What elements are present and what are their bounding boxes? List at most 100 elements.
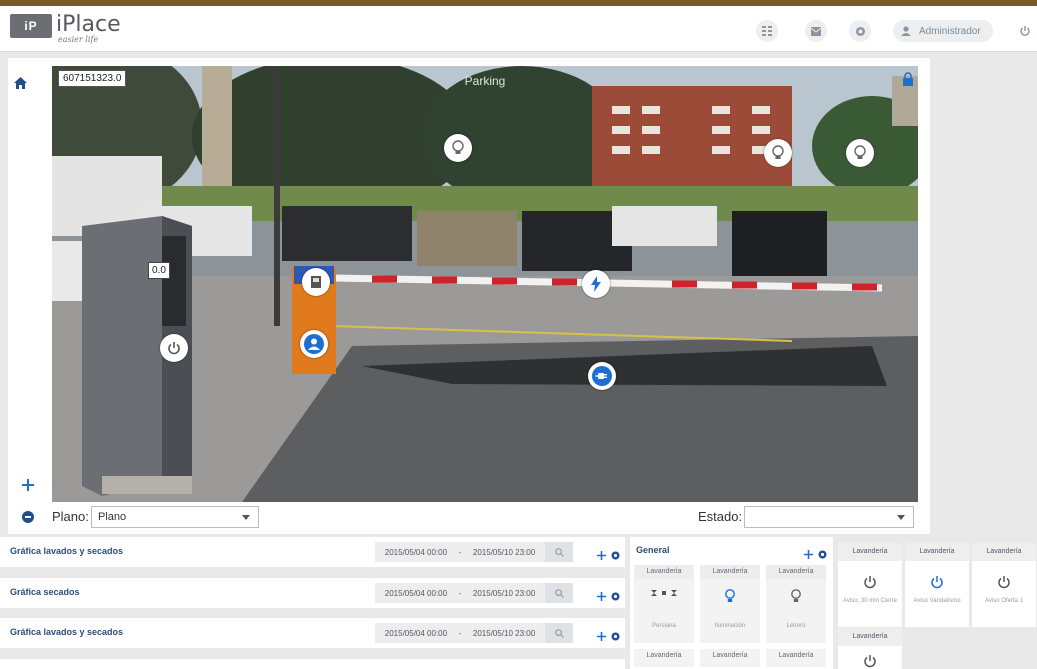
- alert-tile-cierre[interactable]: Lavandería Aviso, 30 min Cierre: [838, 543, 902, 627]
- estado-select[interactable]: [744, 506, 914, 528]
- user-circle-icon: [304, 334, 324, 354]
- app-header: iP iPlace easier life Administrador: [0, 6, 1037, 52]
- date-range[interactable]: 2015/05/04 00:00 - 2015/05/10 23:00: [375, 542, 545, 562]
- move-button[interactable]: [597, 547, 606, 565]
- logo-mark: iP: [10, 14, 52, 38]
- tile-label: Letrero: [786, 623, 806, 629]
- power-icon: [168, 342, 180, 355]
- tile-header: Lavandería: [838, 628, 902, 646]
- light-pin-3[interactable]: [846, 139, 874, 167]
- mail-icon: [811, 26, 821, 36]
- device-tile-header[interactable]: Lavandería: [634, 649, 694, 667]
- grid-icon: [762, 26, 772, 36]
- settings-button[interactable]: [611, 628, 620, 646]
- home-icon: [14, 77, 27, 89]
- tile-label: Aviso Vandalismo: [913, 598, 961, 604]
- barrier-card-pin[interactable]: [302, 268, 330, 296]
- move-plus-icon: [597, 632, 606, 641]
- plano-select-value: Plano: [98, 511, 127, 523]
- date-to: 2015/05/10 23:00: [472, 628, 536, 638]
- logo-tagline: easier life: [58, 35, 99, 44]
- graph-row-4: [0, 659, 625, 669]
- search-button[interactable]: [545, 542, 573, 562]
- charger-power-pin[interactable]: [160, 334, 188, 362]
- bolt-icon: [591, 276, 601, 292]
- grid-button[interactable]: [756, 20, 778, 42]
- alert-tile-vandalismo[interactable]: Lavandería Aviso Vandalismo: [905, 543, 969, 627]
- minus-circle-icon: [22, 511, 34, 523]
- logout-button[interactable]: [1014, 20, 1036, 42]
- date-from: 2015/05/04 00:00: [384, 588, 448, 598]
- date-range[interactable]: 2015/05/04 00:00 - 2015/05/10 23:00: [375, 583, 545, 603]
- tile-header: Lavandería: [766, 565, 826, 579]
- device-tile-header[interactable]: Lavandería: [700, 649, 760, 667]
- device-tile-persiana[interactable]: Lavandería Persiana: [634, 565, 694, 643]
- tile-label: Aviso, 30 min Cierre: [843, 598, 897, 604]
- alert-tile-oferta[interactable]: Lavandería Aviso Oferta 1: [972, 543, 1036, 627]
- alert-tile-4[interactable]: Lavandería: [838, 628, 902, 669]
- meter-value-badge: 0.0: [148, 262, 170, 279]
- bulb-icon: [772, 145, 784, 159]
- tile-header: Lavandería: [972, 543, 1036, 561]
- energy-pin[interactable]: [582, 270, 610, 298]
- zoom-out-button[interactable]: [22, 510, 34, 528]
- user-menu[interactable]: Administrador: [893, 20, 993, 42]
- plano-select[interactable]: Plano: [91, 506, 259, 528]
- date-to: 2015/05/10 23:00: [472, 588, 536, 598]
- bulb-icon: [854, 145, 866, 159]
- move-button[interactable]: [597, 628, 606, 646]
- user-access-pin[interactable]: [300, 330, 328, 358]
- settings-button[interactable]: [818, 546, 827, 564]
- date-range[interactable]: 2015/05/04 00:00 - 2015/05/10 23:00: [375, 623, 545, 643]
- power-icon: [838, 654, 902, 668]
- device-tile-letrero[interactable]: Lavandería Letrero: [766, 565, 826, 643]
- logo-name: iPlace: [56, 12, 121, 37]
- move-button[interactable]: [597, 588, 606, 606]
- date-sep: -: [458, 628, 462, 638]
- home-button[interactable]: [14, 76, 27, 94]
- graph-title[interactable]: Gráfica secados: [10, 587, 80, 597]
- scene-title: Parking: [464, 74, 506, 88]
- light-pin-1[interactable]: [444, 134, 472, 162]
- graph-title[interactable]: Gráfica lavados y secados: [10, 546, 123, 556]
- settings-button[interactable]: [611, 588, 620, 606]
- zoom-in-button[interactable]: [22, 478, 34, 496]
- gear-icon: [855, 26, 865, 36]
- plano-label: Plano:: [52, 509, 89, 524]
- graph-row-1: Gráfica lavados y secados 2015/05/04 00:…: [0, 537, 625, 567]
- date-from: 2015/05/04 00:00: [384, 628, 448, 638]
- parking-floorplan[interactable]: Parking 607151323.0 0.0: [52, 66, 918, 502]
- device-tile-header[interactable]: Lavandería: [766, 649, 826, 667]
- gear-icon: [611, 592, 620, 601]
- user-name: Administrador: [919, 25, 981, 37]
- card-reader-icon: [311, 276, 321, 288]
- gear-icon: [611, 551, 620, 560]
- settings-button[interactable]: [611, 547, 620, 565]
- user-icon: [901, 26, 911, 36]
- meter-id-badge: 607151323.0: [58, 70, 127, 87]
- estado-label: Estado:: [698, 509, 743, 524]
- mail-button[interactable]: [805, 20, 827, 42]
- plug-icon: [592, 366, 612, 386]
- logo[interactable]: iP iPlace easier life: [10, 14, 121, 44]
- search-icon: [554, 547, 564, 557]
- move-plus-icon: [22, 479, 34, 491]
- device-tile-iluminacion[interactable]: Lavandería Iluminación: [700, 565, 760, 643]
- power-icon: [972, 575, 1036, 589]
- search-icon: [554, 588, 564, 598]
- tile-label: Iluminación: [714, 623, 746, 629]
- settings-button[interactable]: [849, 20, 871, 42]
- light-pin-2[interactable]: [764, 139, 792, 167]
- power-icon: [838, 575, 902, 589]
- bulb-icon: [452, 140, 464, 154]
- power-icon: [1020, 26, 1030, 36]
- chevron-down-icon: [897, 515, 905, 520]
- search-button[interactable]: [545, 623, 573, 643]
- graph-title[interactable]: Gráfica lavados y secados: [10, 627, 123, 637]
- date-from: 2015/05/04 00:00: [384, 547, 448, 557]
- plug-pin[interactable]: [588, 362, 616, 390]
- search-button[interactable]: [545, 583, 573, 603]
- graph-row-3: Gráfica lavados y secados 2015/05/04 00:…: [0, 618, 625, 648]
- lock-icon[interactable]: [902, 72, 914, 91]
- move-button[interactable]: [804, 546, 813, 564]
